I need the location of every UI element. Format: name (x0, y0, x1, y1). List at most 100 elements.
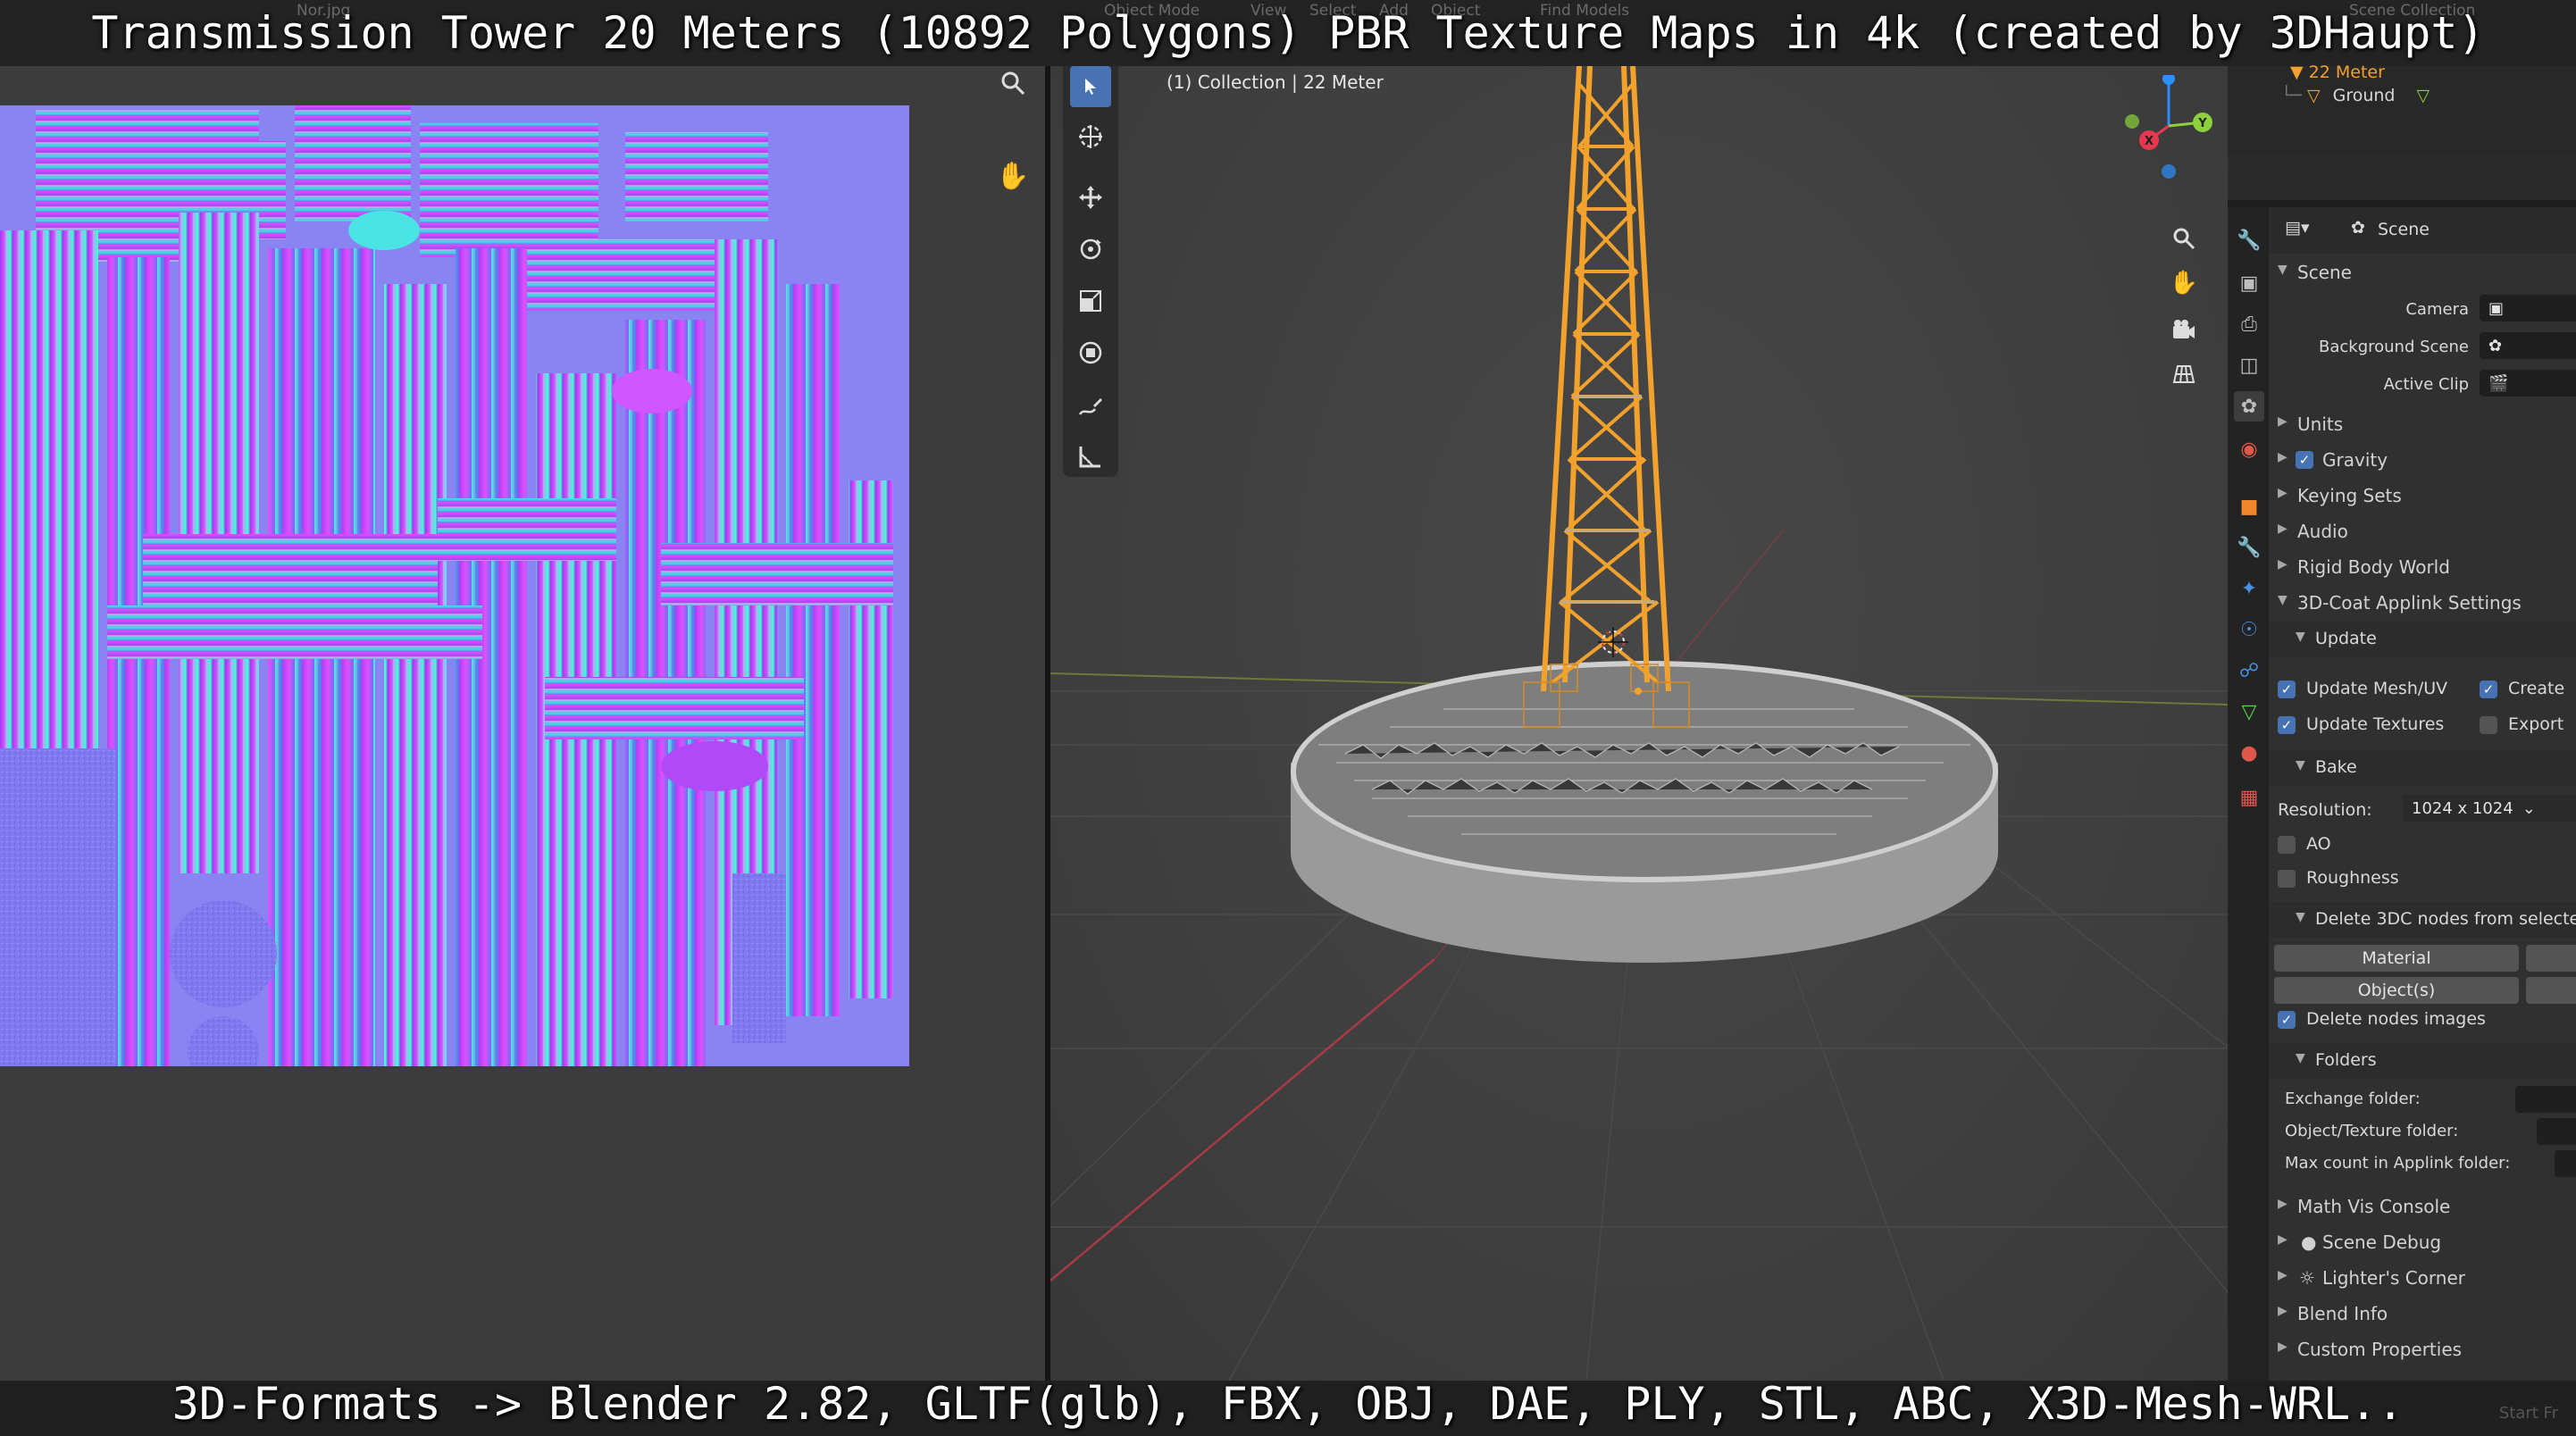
object-tab-icon[interactable]: ■ (2234, 491, 2264, 522)
expand-right-icon: ▶ (2278, 414, 2287, 429)
export-label: Export (2508, 714, 2564, 734)
section-blend-info[interactable]: ▶ Blend Info (2269, 1297, 2576, 1331)
update-mesh-label: Update Mesh/UV (2306, 679, 2448, 698)
output-tab-icon[interactable]: ⎙ (2234, 309, 2264, 339)
export-checkbox[interactable] (2480, 716, 2497, 734)
update-textures-checkbox[interactable]: ✓ (2278, 716, 2296, 734)
objects-button[interactable]: Object(s) (2274, 977, 2519, 1004)
scene-tab-icon[interactable]: ✿ (2234, 391, 2264, 422)
circle-icon: ● (2301, 1231, 2317, 1253)
object-texture-folder-label: Object/Texture folder: (2285, 1122, 2459, 1140)
outliner-row-ground[interactable]: └─ ▽ Ground ▽ (2281, 86, 2430, 105)
3d-viewport[interactable]: (1) Collection | 22 Meter X Y ✋ (1050, 66, 2228, 1381)
image-editor[interactable]: ✋ (0, 66, 1045, 1381)
chevron-down-icon: ⌄ (2522, 798, 2536, 818)
viewport-grid (1050, 66, 2228, 1381)
modifier-tab-icon[interactable]: 🔧 (2234, 532, 2264, 563)
ao-checkbox[interactable] (2278, 836, 2296, 854)
collection-label: (1) Collection | 22 Meter (1167, 71, 1384, 93)
subsection-folders[interactable]: ▼ Folders (2269, 1043, 2576, 1079)
gravity-checkbox[interactable]: ✓ (2296, 451, 2313, 469)
move-icon[interactable] (1070, 177, 1111, 218)
exchange-folder-field[interactable] (2515, 1086, 2576, 1113)
world-tab-icon[interactable]: ◉ (2234, 434, 2264, 464)
properties-header-label: Scene (2378, 220, 2430, 239)
background-scene-field[interactable]: ✿ (2480, 332, 2576, 359)
cursor-icon[interactable] (1070, 116, 1111, 157)
measure-icon[interactable] (1070, 436, 1111, 477)
scene-icon: ✿ (2351, 218, 2365, 238)
max-count-field[interactable] (2555, 1150, 2576, 1177)
caption-top: Transmission Tower 20 Meters (10892 Poly… (91, 7, 2485, 59)
camera-icon[interactable] (2163, 309, 2204, 350)
scale-icon[interactable] (1070, 280, 1111, 321)
outliner-separator[interactable] (2228, 200, 2576, 207)
rotate-icon[interactable] (1070, 229, 1111, 270)
normal-map-texture (0, 105, 909, 1066)
expand-right-icon: ▶ (2278, 1232, 2287, 1247)
update-mesh-checkbox[interactable]: ✓ (2278, 680, 2296, 698)
hand-pan-icon[interactable]: ✋ (994, 157, 1032, 195)
view-layer-tab-icon[interactable]: ◫ (2234, 350, 2264, 380)
roughness-checkbox[interactable] (2278, 870, 2296, 888)
camera-field[interactable]: ▣ (2480, 295, 2576, 321)
subsection-bake[interactable]: ▼ Bake (2269, 750, 2576, 786)
expand-right-icon: ▶ (2278, 450, 2287, 464)
properties-panel: ▤▾ ✿ Scene ▼ Scene Camera ▣ Background S… (2269, 207, 2576, 1381)
subsection-update[interactable]: ▼ Update (2269, 622, 2576, 657)
create-checkbox[interactable]: ✓ (2480, 680, 2497, 698)
zoom-icon[interactable] (994, 64, 1032, 102)
zoom-icon[interactable] (2163, 218, 2204, 259)
y-axis-label: Y (2197, 117, 2207, 130)
annotate-icon[interactable] (1070, 386, 1111, 427)
delete-images-checkbox[interactable]: ✓ (2278, 1011, 2296, 1029)
resolution-dropdown[interactable]: 1024 x 1024 ⌄ (2403, 795, 2576, 822)
tool-tab-icon[interactable]: 🔧 (2234, 225, 2264, 255)
expand-down-icon: ▼ (2278, 263, 2287, 277)
objects-extra-button[interactable] (2526, 977, 2576, 1004)
expand-down-icon: ▼ (2296, 758, 2305, 772)
section-units[interactable]: ▶ Units (2269, 407, 2576, 441)
section-audio[interactable]: ▶ Audio (2269, 514, 2576, 548)
section-custom-properties[interactable]: ▶ Custom Properties (2269, 1332, 2576, 1366)
tree-line-icon: └─ (2281, 86, 2302, 105)
material-tab-icon[interactable]: ● (2234, 738, 2264, 768)
expand-right-icon: ▶ (2278, 1197, 2287, 1211)
max-count-label: Max count in Applink folder: (2285, 1154, 2511, 1173)
section-scene[interactable]: ▼ Scene (2269, 255, 2576, 289)
physics-tab-icon[interactable]: ☉ (2234, 614, 2264, 645)
section-scene-debug[interactable]: ▶ ● Scene Debug (2269, 1225, 2576, 1259)
section-rigid-body-world[interactable]: ▶ Rigid Body World (2269, 550, 2576, 584)
material-extra-button[interactable] (2526, 945, 2576, 972)
section-keying-sets[interactable]: ▶ Keying Sets (2269, 479, 2576, 513)
section-gravity[interactable]: ▶ ✓ Gravity (2269, 443, 2576, 477)
hand-pan-icon[interactable]: ✋ (2163, 263, 2204, 304)
create-label: Create (2508, 679, 2565, 698)
data-tab-icon[interactable]: ▽ (2234, 697, 2264, 727)
expand-right-icon: ▶ (2278, 1268, 2287, 1282)
section-lighters-corner[interactable]: ▶ ☼ Lighter's Corner (2269, 1261, 2576, 1295)
subsection-delete-nodes[interactable]: ▼ Delete 3DC nodes from selected (2269, 902, 2576, 938)
transform-icon[interactable] (1070, 332, 1111, 373)
particles-tab-icon[interactable]: ✦ (2234, 573, 2264, 604)
navigation-gizmo[interactable]: X Y ✋ (2103, 72, 2228, 450)
axis-gizmo[interactable]: X Y (2103, 72, 2228, 191)
mesh-icon: ▽ (2306, 86, 2321, 105)
properties-tabs: 🔧 ▣ ⎙ ◫ ✿ ◉ ■ 🔧 ✦ ☉ ☍ ▽ ● ▦ (2228, 207, 2269, 1381)
active-clip-field[interactable]: 🎬 (2480, 370, 2576, 397)
outliner[interactable]: ▼ 22 Meter └─ ▽ Ground ▽ (2228, 63, 2576, 155)
texture-tab-icon[interactable]: ▦ (2234, 782, 2264, 813)
constraints-tab-icon[interactable]: ☍ (2234, 655, 2264, 686)
editor-type-icon[interactable]: ▤▾ (2285, 218, 2310, 238)
section-math-vis-console[interactable]: ▶ Math Vis Console (2269, 1190, 2576, 1223)
expand-right-icon: ▶ (2278, 522, 2287, 536)
grid-icon[interactable] (2163, 354, 2204, 395)
object-texture-folder-field[interactable] (2537, 1118, 2576, 1145)
material-button[interactable]: Material (2274, 945, 2519, 972)
section-3d-coat-applink[interactable]: ▼ 3D-Coat Applink Settings (2269, 586, 2576, 620)
outliner-row-22-meter[interactable]: ▼ 22 Meter (2290, 63, 2385, 82)
render-tab-icon[interactable]: ▣ (2234, 268, 2264, 298)
caption-bottom: 3D-Formats -> Blender 2.82, GLTF(glb), F… (171, 1378, 2405, 1430)
expand-down-icon: ▼ (2296, 910, 2305, 924)
select-box-icon[interactable] (1070, 66, 1111, 107)
